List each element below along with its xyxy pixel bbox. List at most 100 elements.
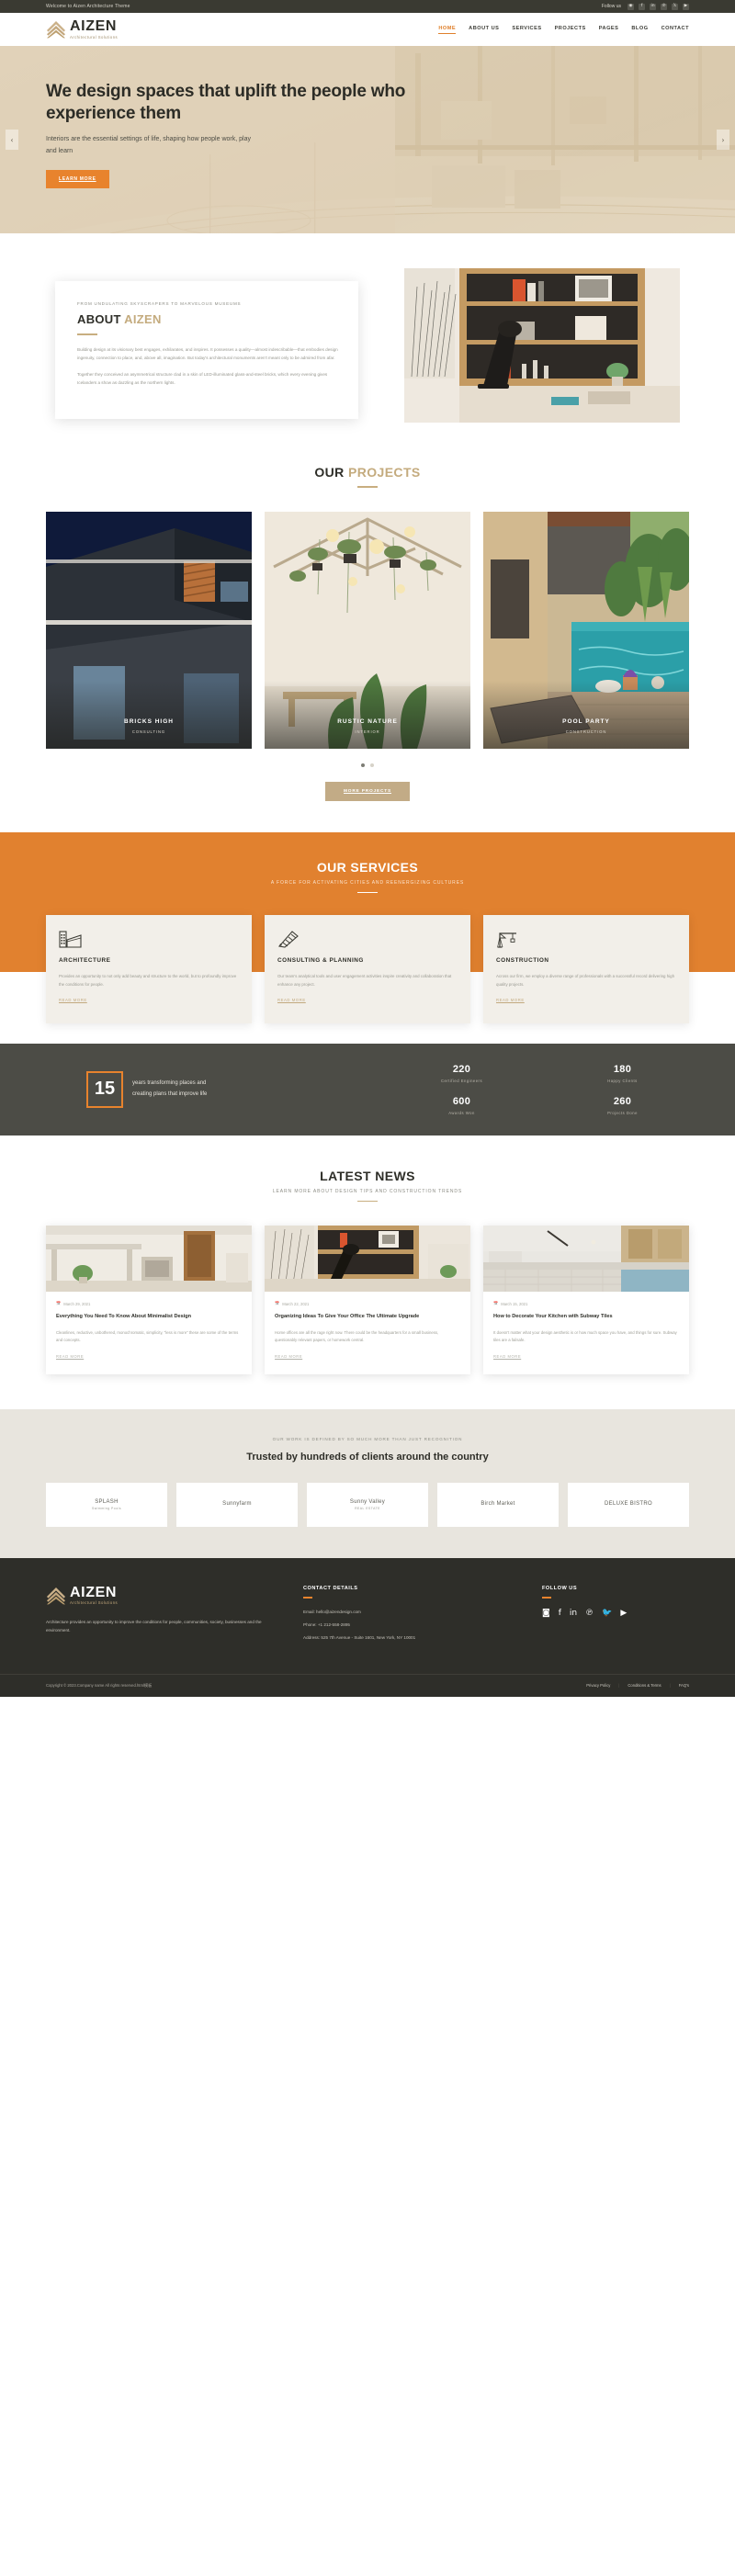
footer-links: Privacy Policy | Conditions & Terms | FA… [586,1683,689,1688]
client-logo-sub: Swimming Pools [91,1506,122,1510]
nav-item-blog[interactable]: BLOG [631,26,648,33]
footer-link-privacy-policy[interactable]: Privacy Policy [586,1683,610,1688]
news-image-kitchen [483,1226,689,1292]
footer-logo[interactable]: AIZEN Architectural Solutions [46,1585,276,1606]
news-date-text: March 22, 2021 [282,1301,310,1306]
site-footer: AIZEN Architectural Solutions Architectu… [0,1557,735,1697]
footer-link-conditions-terms[interactable]: Conditions & Terms [628,1683,661,1688]
youtube-icon[interactable]: ▶ [620,1609,627,1618]
service-name: CONSULTING & PLANNING [277,957,364,964]
pinterest-icon[interactable]: ℗ [661,3,667,10]
projects-divider [357,486,378,488]
facebook-icon[interactable]: f [559,1609,561,1618]
service-name: CONSTRUCTION [496,957,549,964]
client-logo-deluxe-bistro[interactable]: DELUXE BISTRO [568,1482,689,1527]
stat-certified-engineers: 220 Certified Engineers [395,1064,528,1083]
nav-item-projects[interactable]: PROJECTS [555,26,586,33]
client-logo-birch-market[interactable]: Birch Market [437,1482,559,1527]
news-headline[interactable]: Organizing Ideas To Give Your Office The… [275,1313,460,1322]
service-card-consulting-planning[interactable]: CONSULTING & PLANNING Our team's analyti… [265,915,470,1023]
projects-title-main: OUR [314,465,345,480]
news-read-more-link[interactable]: READ MORE [56,1354,84,1359]
stat-happy-clients: 180 Happy Clients [556,1064,689,1083]
about-section: FROM UNDULATING SKYSCRAPERS TO MARVELOUS… [0,233,735,458]
services-divider [357,891,378,893]
nav-item-services[interactable]: SERVICES [512,26,541,33]
news-card[interactable]: 📅 March 15, 2021 How to Decorate Your Ki… [483,1226,689,1374]
about-card: FROM UNDULATING SKYSCRAPERS TO MARVELOUS… [55,281,358,420]
news-excerpt: Cleanlines, reductive, unbothered, monoc… [56,1329,239,1343]
services-heading: OUR SERVICES A FORCE FOR ACTIVATING CITI… [0,860,735,893]
hero-slider: ‹ › We design spaces that uplift the peo… [0,46,735,233]
news-card[interactable]: 📅 March 29, 2021 Everything You Need To … [46,1226,252,1374]
nav-item-pages[interactable]: PAGES [599,26,619,33]
project-name: POOL PARTY [562,717,610,725]
client-logo-sunny-valley[interactable]: Sunny Valley REAL ESTATE [307,1482,428,1527]
footer-phone[interactable]: Phone: +1 212-558-2895 [303,1622,514,1627]
clients-title: Trusted by hundreds of clients around th… [246,1451,489,1463]
project-name: BRICKS HIGH [124,717,174,725]
news-divider [357,1200,378,1202]
linkedin-icon[interactable]: in [650,3,656,10]
service-card-construction[interactable]: CONSTRUCTION Across our firm, we employ … [483,915,689,1023]
more-projects-button[interactable]: MORE PROJECTS [325,781,410,801]
client-logo-splash[interactable]: SPLASH Swimming Pools [46,1482,167,1527]
pinterest-icon[interactable]: ℗ [585,1609,594,1618]
about-title-accent: AIZEN [124,312,162,326]
aizen-logo-icon [46,1587,66,1605]
project-category: INTERIOR [355,729,380,734]
facebook-icon[interactable]: f [639,3,645,10]
twitter-icon[interactable]: 🐦 [602,1609,612,1618]
hero-next-button[interactable]: › [717,130,729,150]
news-date: 📅 March 15, 2021 [493,1301,679,1306]
footer-email[interactable]: Email: hello@aizendesign.com [303,1610,514,1614]
youtube-icon[interactable]: ▶ [683,3,689,10]
service-read-more-link[interactable]: READ MORE [59,998,87,1002]
news-headline[interactable]: How to Decorate Your Kitchen with Subway… [493,1313,679,1322]
instagram-icon[interactable]: ◉ [628,3,634,10]
twitter-icon[interactable]: 𝕏 [672,3,678,10]
service-description: Our team's analytical tools and user eng… [277,974,452,988]
service-read-more-link[interactable]: READ MORE [277,998,306,1002]
projects-grid: BRICKS HIGH CONSULTING RUSTIC NATURE INT… [46,511,689,749]
news-read-more-link[interactable]: READ MORE [275,1354,302,1359]
project-card[interactable]: RUSTIC NATURE INTERIOR [265,511,470,749]
projects-section: OUR PROJECTS BRICKS HIGH CONSULTING RUST… [0,458,735,832]
nav-item-about-us[interactable]: ABOUT US [469,26,499,33]
news-grid: 📅 March 29, 2021 Everything You Need To … [46,1226,689,1374]
project-card[interactable]: BRICKS HIGH CONSULTING [46,511,252,749]
project-name: RUSTIC NATURE [337,717,398,725]
instagram-icon[interactable]: ◙ [542,1609,550,1618]
facts-band: 15 years transforming places and creatin… [0,1043,735,1135]
project-category: CONSTRUCTION [565,729,607,734]
hero-subtitle: Interiors are the essential settings of … [46,135,251,154]
site-header: AIZEN Architectural Solutions HOME ABOUT… [0,13,735,46]
footer-follow-column: FOLLOW US ◙ f in ℗ 🐦 ▶ [542,1586,689,1648]
hero-learn-more-button[interactable]: LEARN MORE [46,169,109,188]
building-icon [59,928,239,948]
site-logo[interactable]: AIZEN Architectural Solutions [46,19,118,40]
carousel-dot-1[interactable] [361,763,365,767]
news-date: 📅 March 22, 2021 [275,1301,460,1306]
news-headline[interactable]: Everything You Need To Know About Minima… [56,1313,242,1322]
news-read-more-link[interactable]: READ MORE [493,1354,521,1359]
services-section: OUR SERVICES A FORCE FOR ACTIVATING CITI… [0,831,735,1023]
service-card-architecture[interactable]: ARCHITECTURE Provides an opportunity to … [46,915,252,1023]
news-image-minimalist [46,1226,252,1292]
project-card[interactable]: POOL PARTY CONSTRUCTION [483,511,689,749]
carousel-dot-2[interactable] [370,763,374,767]
aizen-logo-icon [46,20,66,39]
nav-item-contact[interactable]: CONTACT [662,26,689,33]
linkedin-icon[interactable]: in [570,1609,577,1618]
top-bar-social-group: Follow us ◉ f in ℗ 𝕏 ▶ [602,3,689,10]
footer-link-faqs[interactable]: FAQ's [679,1683,689,1688]
about-title-main: ABOUT [77,312,121,326]
service-description: Provides an opportunity to not only add … [59,974,237,988]
news-card[interactable]: 📅 March 22, 2021 Organizing Ideas To Giv… [265,1226,470,1374]
nav-item-home[interactable]: HOME [438,26,457,34]
footer-link-separator: | [618,1683,620,1689]
service-read-more-link[interactable]: READ MORE [496,998,525,1002]
news-date: 📅 March 29, 2021 [56,1301,242,1306]
footer-social-group: ◙ f in ℗ 🐦 ▶ [542,1609,689,1618]
client-logo-sunnyfarm[interactable]: Sunnyfarm [176,1482,298,1527]
